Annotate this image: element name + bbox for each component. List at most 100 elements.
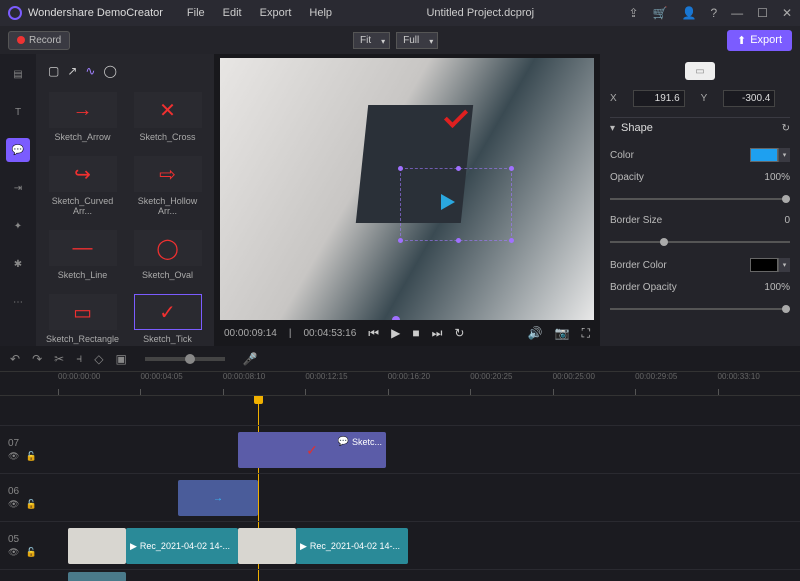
more-tab-icon[interactable]: ⋯ — [6, 290, 30, 314]
text-tab-icon[interactable]: T — [6, 100, 30, 124]
clip-sketch-tick[interactable]: ✓ 💬Sketc... — [238, 432, 386, 468]
split-button[interactable]: ✂ — [54, 352, 64, 366]
properties-panel: ▭ X Y ▾ Shape ↻ Color ▾ Opacity 100% Bor… — [600, 54, 800, 346]
clip-audio[interactable] — [68, 572, 126, 581]
user-icon[interactable]: 👤 — [682, 6, 697, 20]
record-button[interactable]: Record — [8, 31, 70, 50]
menu-edit[interactable]: Edit — [223, 7, 242, 19]
transition-tab-icon[interactable]: ⇥ — [6, 176, 30, 200]
color-swatch-dropdown[interactable]: ▾ — [778, 148, 790, 162]
stop-button[interactable]: ■ — [412, 326, 419, 340]
border-color-dropdown[interactable]: ▾ — [778, 258, 790, 272]
opacity-label: Opacity — [610, 172, 644, 183]
props-tab-button[interactable]: ▭ — [685, 62, 715, 80]
app-name: Wondershare DemoCreator — [28, 7, 163, 19]
x-label: X — [610, 93, 617, 104]
minimize-icon[interactable]: — — [731, 6, 743, 20]
shape-preview: ⇨ — [134, 156, 202, 192]
close-icon[interactable]: ✕ — [782, 6, 792, 20]
fullscreen-icon[interactable]: ⛶ — [582, 326, 590, 341]
shape-label: Sketch_Curved Arr... — [46, 196, 119, 216]
menu-export[interactable]: Export — [260, 7, 292, 19]
ruler-tick: 00:00:29:05 — [635, 372, 717, 395]
shape-label: Sketch_Line — [58, 270, 108, 280]
opacity-slider[interactable] — [610, 193, 790, 205]
clip-rec-2[interactable]: ▶Rec_2021-04-02 14-... — [296, 528, 408, 564]
clip-thumb-1[interactable] — [68, 528, 126, 564]
shape-arrow[interactable]: →Sketch_Arrow — [42, 88, 123, 146]
callout-icon[interactable]: ▢ — [48, 64, 59, 78]
clip-thumb-2[interactable] — [238, 528, 296, 564]
y-label: Y — [701, 93, 708, 104]
record-label: Record — [29, 35, 61, 46]
eye-icon[interactable]: 👁 — [8, 451, 19, 462]
shape-cross[interactable]: ✕Sketch_Cross — [127, 88, 208, 146]
shape-tick[interactable]: ✓Sketch_Tick — [127, 290, 208, 348]
lock-icon[interactable]: 🔓 — [25, 499, 36, 510]
ruler-tick: 00:00:04:05 — [140, 372, 222, 395]
shape-label: Sketch_Tick — [143, 334, 192, 344]
record-tl-button[interactable]: ▣ — [115, 352, 126, 366]
shape-curved[interactable]: ↪Sketch_Curved Arr... — [42, 152, 123, 220]
shape-line[interactable]: — Sketch_Line — [42, 226, 123, 284]
shape-preview: — — [49, 230, 117, 266]
preview-knob[interactable] — [392, 316, 400, 320]
sketch-mode-icon[interactable]: ∿ — [85, 64, 95, 78]
clip-arrow[interactable]: → — [178, 480, 258, 516]
fit-select[interactable]: Fit▾ — [353, 32, 390, 49]
align-button[interactable]: ⫞ — [76, 351, 82, 366]
next-frame-button[interactable]: ⏭ — [432, 326, 443, 341]
menu-file[interactable]: File — [187, 7, 205, 19]
border-opacity-value: 100% — [764, 282, 790, 293]
arrow-mode-icon[interactable]: ↗ — [67, 64, 77, 78]
project-title: Untitled Project.dcproj — [332, 7, 628, 19]
annotation-tab-icon[interactable]: 💬 — [6, 138, 30, 162]
shape-mode-icon[interactable]: ◯ — [103, 64, 116, 78]
shape-hollow[interactable]: ⇨Sketch_Hollow Arr... — [127, 152, 208, 220]
eye-icon[interactable]: 👁 — [8, 499, 19, 510]
undo-button[interactable]: ↶ — [10, 352, 20, 366]
border-opacity-slider[interactable] — [610, 303, 790, 315]
prev-frame-button[interactable]: ⏮ — [368, 326, 379, 341]
export-button[interactable]: ⬆ Export — [727, 30, 792, 51]
track-num-07: 07 — [8, 438, 19, 449]
mic-icon[interactable]: 🎤 — [243, 352, 258, 366]
cart-icon[interactable]: 🛒 — [653, 6, 668, 20]
placed-tick-annotation[interactable] — [444, 105, 480, 133]
shape-rect[interactable]: ▭Sketch_Rectangle — [42, 290, 123, 348]
ruler-tick: 00:00:08:10 — [223, 372, 305, 395]
caret-down-icon[interactable]: ▾ — [610, 123, 615, 134]
y-input[interactable] — [723, 90, 775, 107]
record-dot-icon — [17, 36, 25, 44]
loop-button[interactable]: ↻ — [454, 326, 464, 340]
preview-canvas[interactable] — [220, 58, 594, 320]
clip-rec-1[interactable]: ▶Rec_2021-04-02 14-... — [126, 528, 238, 564]
reset-icon[interactable]: ↻ — [782, 123, 790, 134]
selection-handles[interactable] — [400, 168, 512, 241]
lock-icon[interactable]: 🔓 — [25, 451, 36, 462]
redo-button[interactable]: ↷ — [32, 352, 42, 366]
volume-icon[interactable]: 🔊 — [528, 326, 543, 340]
eye-icon[interactable]: 👁 — [8, 547, 19, 558]
shape-oval[interactable]: ◯Sketch_Oval — [127, 226, 208, 284]
zoom-slider[interactable] — [145, 357, 225, 361]
color-swatch[interactable] — [750, 148, 778, 162]
media-tab-icon[interactable]: ▤ — [6, 62, 30, 86]
shape-label: Sketch_Rectangle — [46, 334, 119, 344]
x-input[interactable] — [633, 90, 685, 107]
full-select[interactable]: Full▾ — [396, 32, 438, 49]
marker-button[interactable]: ◇ — [94, 352, 103, 366]
shape-preview: ◯ — [134, 230, 202, 266]
play-button[interactable]: ▶ — [391, 326, 400, 340]
shapes-panel: ▢ ↗ ∿ ◯ →Sketch_Arrow✕Sketch_Cross↪Sketc… — [36, 54, 214, 346]
border-color-swatch[interactable] — [750, 258, 778, 272]
border-size-slider[interactable] — [610, 236, 790, 248]
snapshot-icon[interactable]: 📷 — [555, 326, 570, 340]
share-icon[interactable]: ⇪ — [629, 6, 639, 20]
lock-icon[interactable]: 🔓 — [25, 547, 36, 558]
menu-help[interactable]: Help — [309, 7, 332, 19]
help-icon[interactable]: ? — [710, 6, 717, 20]
maximize-icon[interactable]: ☐ — [757, 6, 768, 20]
cursor-tab-icon[interactable]: ✱ — [6, 252, 30, 276]
effects-tab-icon[interactable]: ✦ — [6, 214, 30, 238]
